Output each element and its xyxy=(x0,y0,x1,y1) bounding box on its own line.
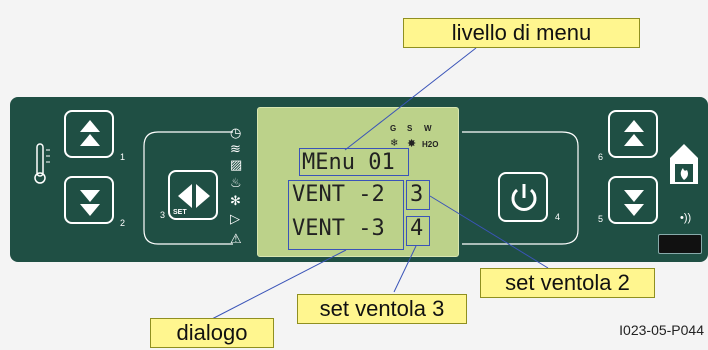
document-code: I023-05-P044 xyxy=(619,322,704,338)
callout-fan3-set: set ventola 3 xyxy=(297,294,467,324)
callout-dialog: dialogo xyxy=(150,318,274,348)
callout-menu-level: livello di menu xyxy=(403,18,640,48)
callout-fan2-set: set ventola 2 xyxy=(480,268,655,298)
